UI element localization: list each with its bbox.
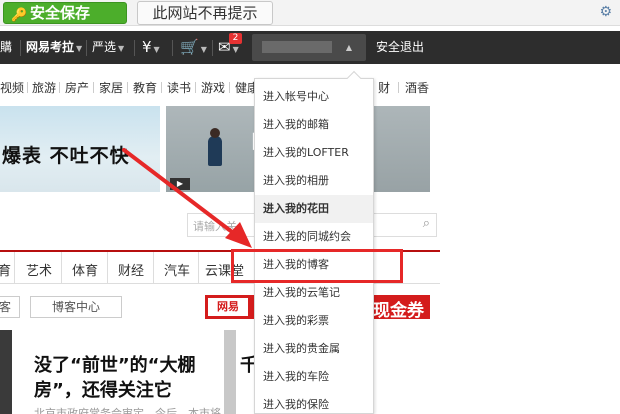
nav-divider — [134, 40, 135, 56]
promo-banner-left[interactable]: 爆表 不吐不快 — [0, 106, 160, 192]
category-link[interactable]: 家居 — [99, 79, 123, 96]
chevron-down-icon: ▼ — [76, 44, 83, 53]
logout-link[interactable]: 安全退出 — [376, 31, 424, 64]
nav-divider — [172, 40, 173, 56]
tab-finance[interactable]: 财经 — [118, 260, 144, 279]
promo-banner-right[interactable] — [374, 106, 430, 192]
article-headline[interactable]: 没了“前世”的“大棚房”，还得关注它 — [34, 353, 209, 403]
chevron-down-icon: ▼ — [153, 45, 160, 54]
chevron-down-icon: ▼ — [232, 45, 239, 54]
menu-item-lofter[interactable]: 进入我的LOFTER — [255, 139, 373, 167]
menu-item-insurance[interactable]: 进入我的保险 — [255, 391, 373, 414]
menu-item-precious-metals[interactable]: 进入我的贵金属 — [255, 335, 373, 363]
nav-item-yanxuan-label: 严选 — [92, 40, 117, 54]
annotation-highlight-box — [231, 249, 403, 283]
tab-sports[interactable]: 体育 — [72, 260, 98, 279]
category-link[interactable]: 房产 — [65, 79, 89, 96]
child-figure-image — [208, 128, 222, 166]
category-divider — [229, 82, 230, 93]
menu-item-huatian[interactable]: 进入我的花田 — [255, 195, 373, 223]
tab-auto[interactable]: 汽车 — [164, 260, 190, 279]
nav-divider — [20, 40, 21, 56]
chevron-down-icon: ▼ — [200, 45, 207, 54]
article-thumbnail[interactable] — [0, 330, 12, 414]
category-link[interactable]: 酒香 — [405, 79, 429, 96]
account-dropdown-menu: 进入帐号中心 进入我的邮箱 进入我的LOFTER 进入我的相册 进入我的花田 进… — [254, 70, 374, 414]
nav-divider — [212, 40, 213, 56]
tab-divider — [14, 252, 15, 284]
safe-save-button[interactable]: 🔑 安全保存 — [3, 2, 127, 24]
banner-tag: ▶ — [170, 178, 190, 190]
category-divider — [93, 82, 94, 93]
never-remind-button[interactable]: 此网站不再提示 — [137, 1, 273, 25]
right-column — [440, 64, 620, 414]
chevron-down-icon: ▼ — [118, 44, 125, 53]
nav-item-partial[interactable]: 購 — [0, 31, 12, 64]
nav-item-cart[interactable]: 🛒 ▼ — [180, 31, 207, 64]
coupon-text: 现金券 — [373, 301, 424, 321]
menu-item-car-insurance[interactable]: 进入我的车险 — [255, 363, 373, 391]
category-link[interactable]: 教育 — [133, 79, 157, 96]
tab-divider — [61, 252, 62, 284]
category-divider — [127, 82, 128, 93]
nav-item-finance[interactable]: ¥ ▼ — [142, 31, 160, 64]
tab-divider — [198, 252, 199, 284]
mail-count-badge: 2 — [229, 33, 242, 44]
category-link[interactable]: 视频 — [0, 79, 24, 96]
nav-item-yanxuan[interactable]: 严选 ▼ — [92, 31, 124, 64]
search-placeholder: 请输入关 — [193, 220, 237, 233]
gear-icon[interactable]: ⚙ — [599, 4, 612, 20]
category-divider — [27, 82, 28, 93]
username-redacted — [262, 41, 332, 53]
category-link[interactable]: 读书 — [167, 79, 191, 96]
key-icon: 🔑 — [11, 8, 28, 23]
menu-item-mailbox[interactable]: 进入我的邮箱 — [255, 111, 373, 139]
tab-partial[interactable]: 育 — [0, 260, 11, 279]
article-summary: 北京市政府常务会审定…今后，本市将 — [34, 407, 221, 414]
sub-tab-blog-center[interactable]: 博客中心 — [30, 296, 122, 318]
password-save-bar: 🔑 安全保存 此网站不再提示 ⚙ — [0, 0, 620, 26]
promo-banner-photo[interactable]: 「 ▶ — [166, 106, 254, 192]
safe-save-label: 安全保存 — [30, 4, 91, 22]
article-thumbnail[interactable] — [224, 330, 236, 414]
yen-icon: ¥ — [142, 38, 152, 56]
banner-headline: 爆表 不吐不快 — [2, 145, 130, 167]
category-link[interactable]: 游戏 — [201, 79, 225, 96]
category-divider — [161, 82, 162, 93]
chevron-up-icon: ▲ — [345, 43, 352, 52]
menu-item-cloud-notes[interactable]: 进入我的云笔记 — [255, 279, 373, 307]
menu-item-account-center[interactable]: 进入帐号中心 — [255, 83, 373, 111]
sub-tab-partial[interactable]: 客 — [0, 296, 20, 318]
category-divider — [195, 82, 196, 93]
top-nav-bar: 購 网易考拉 ▼ 严选 ▼ ¥ ▼ 🛒 ▼ ✉ ▼ ▲ 安全退出 — [0, 31, 620, 64]
netease-logo: 网易 — [208, 298, 248, 316]
nav-item-kaola[interactable]: 网易考拉 ▼ — [26, 31, 82, 64]
category-link[interactable]: 旅游 — [32, 79, 56, 96]
bracket-glyph-icon: 「 — [236, 126, 254, 163]
cart-icon: 🛒 — [180, 38, 199, 56]
category-divider — [398, 82, 399, 93]
category-divider — [59, 82, 60, 93]
account-menu-trigger[interactable]: ▲ — [252, 34, 366, 61]
tab-divider — [107, 252, 108, 284]
nav-item-kaola-label: 网易考拉 — [26, 40, 75, 54]
menu-item-album[interactable]: 进入我的相册 — [255, 167, 373, 195]
category-row: 视频 旅游 房产 家居 教育 读书 游戏 健康 财 酒香 — [0, 76, 440, 98]
menu-item-lottery[interactable]: 进入我的彩票 — [255, 307, 373, 335]
menu-item-dating[interactable]: 进入我的同城约会 — [255, 223, 373, 251]
search-icon[interactable]: ⌕ — [423, 216, 430, 231]
category-link[interactable]: 财 — [378, 79, 390, 96]
tab-art[interactable]: 艺术 — [26, 260, 52, 279]
nav-divider — [86, 40, 87, 56]
tab-divider — [153, 252, 154, 284]
